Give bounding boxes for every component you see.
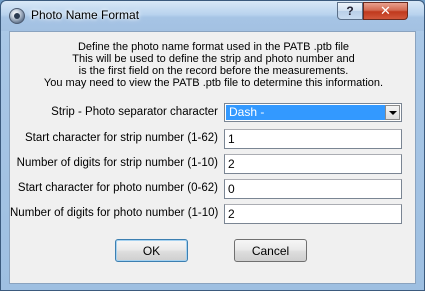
description-text: Define the photo name format used in the… bbox=[10, 41, 417, 89]
help-button[interactable]: ? bbox=[337, 2, 363, 20]
strip-start-input[interactable] bbox=[224, 129, 402, 149]
separator-selected-value: Dash - bbox=[226, 105, 385, 120]
ok-button[interactable]: OK bbox=[115, 239, 188, 262]
close-button[interactable]: ✕ bbox=[363, 2, 408, 20]
strip-start-label: Start character for strip number (1-62) bbox=[24, 132, 218, 144]
dropdown-arrow-icon[interactable] bbox=[385, 105, 400, 120]
description-line: This will be used to define the strip an… bbox=[72, 53, 355, 65]
description-line: You may need to view the PATB .ptb file … bbox=[43, 77, 384, 89]
separator-label: Strip - Photo separator character bbox=[51, 106, 218, 118]
dialog-window: Photo Name Format ? ✕ Define the photo n… bbox=[0, 0, 425, 291]
photo-start-label: Start character for photo number (0-62) bbox=[17, 182, 218, 194]
strip-digits-input[interactable] bbox=[224, 154, 402, 174]
photo-digits-label: Number of digits for photo number (1-10) bbox=[10, 207, 219, 219]
description-line: Define the photo name format used in the… bbox=[77, 41, 350, 53]
separator-select[interactable]: Dash - bbox=[224, 103, 402, 122]
dialog-body: Define the photo name format used in the… bbox=[9, 31, 416, 284]
window-title: Photo Name Format bbox=[31, 8, 140, 22]
title-bar[interactable]: Photo Name Format ? ✕ bbox=[1, 1, 424, 31]
app-icon bbox=[9, 8, 25, 24]
description-line: is the first field on the record before … bbox=[78, 65, 349, 77]
cancel-button[interactable]: Cancel bbox=[234, 239, 307, 262]
photo-digits-input[interactable] bbox=[224, 204, 402, 224]
strip-digits-label: Number of digits for strip number (1-10) bbox=[16, 157, 218, 169]
photo-start-input[interactable] bbox=[224, 179, 402, 199]
